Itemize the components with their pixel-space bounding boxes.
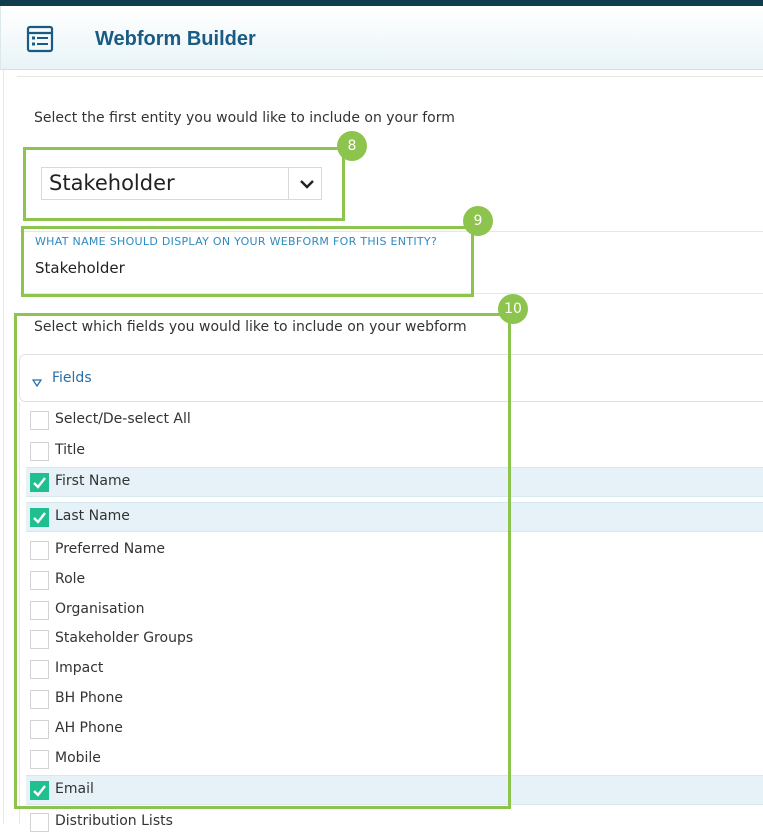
page-header: Webform Builder [0,6,763,70]
annotation-badge-8: 8 [337,131,367,161]
annotation-badge-10: 10 [498,294,528,324]
annotation-box-9 [21,226,474,297]
divider [17,76,763,77]
annotation-box-8 [23,147,345,221]
annotation-box-10 [14,313,511,809]
field-row[interactable]: Distribution Lists [26,808,763,838]
field-label: Distribution Lists [55,813,173,829]
page-title: Webform Builder [95,28,256,50]
entity-prompt: Select the first entity you would like t… [34,110,455,126]
checkbox[interactable] [30,813,49,832]
webform-icon [25,24,55,54]
annotation-badge-9: 9 [463,206,493,236]
